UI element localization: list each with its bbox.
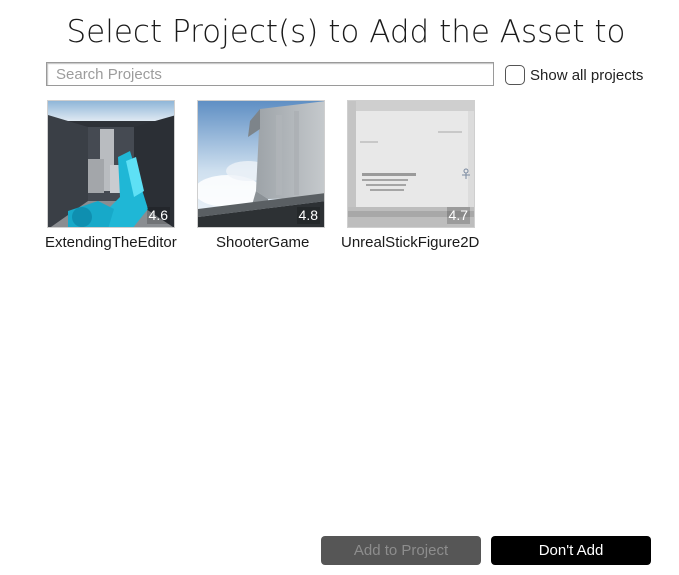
show-all-label: Show all projects <box>530 66 644 84</box>
dont-add-button[interactable]: Don't Add <box>491 536 651 565</box>
project-thumbnail[interactable]: 4.7 <box>347 100 475 228</box>
project-name: ExtendingTheEditor <box>45 234 177 251</box>
project-thumbnail[interactable]: 4.8 <box>197 100 325 228</box>
search-input[interactable] <box>46 62 494 86</box>
dialog-title: Select Project(s) to Add the Asset to <box>66 14 626 50</box>
engine-version-badge: 4.7 <box>446 207 470 224</box>
project-name: ShooterGame <box>216 234 310 251</box>
engine-version-badge: 4.6 <box>146 207 170 224</box>
show-all-checkbox[interactable] <box>505 65 525 85</box>
engine-version-badge: 4.8 <box>296 207 320 224</box>
project-name: UnrealStickFigure2D <box>341 234 480 251</box>
show-all-projects-toggle[interactable]: Show all projects <box>505 65 643 85</box>
add-to-project-button[interactable]: Add to Project <box>321 536 481 565</box>
project-thumbnail[interactable]: 4.6 <box>47 100 175 228</box>
